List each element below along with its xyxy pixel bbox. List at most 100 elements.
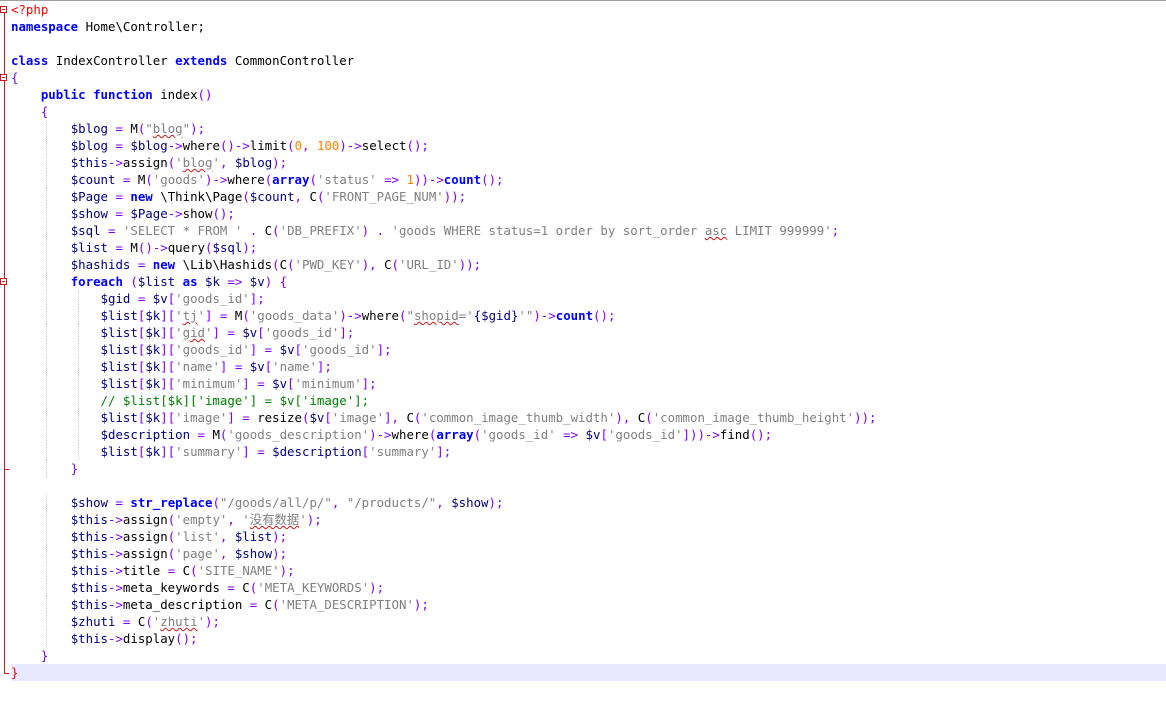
code-token: find <box>719 427 750 442</box>
code-line[interactable]: $blog = $blog->where()->limit(0, 100)->s… <box>11 137 1166 154</box>
code-line[interactable]: $list[$k]['name'] = $v['name']; <box>11 358 1166 375</box>
code-token: -> <box>108 529 123 544</box>
code-line[interactable]: $list[$k]['minimum'] = $v['minimum']; <box>11 375 1166 392</box>
code-line[interactable]: namespace Home\Controller; <box>11 18 1166 35</box>
code-token: { <box>40 104 49 119</box>
code-token: blog <box>182 155 213 170</box>
code-line[interactable]: } <box>11 460 1166 477</box>
code-line[interactable]: foreach ($list as $k => $v) { <box>11 273 1166 290</box>
code-token: $k <box>145 308 161 323</box>
indent-guide <box>77 341 79 358</box>
code-token: ); <box>272 529 288 544</box>
code-token: ( <box>272 597 280 612</box>
code-token: 'image' <box>175 410 228 425</box>
fold-end-marker <box>4 673 9 674</box>
code-line[interactable]: { <box>11 69 1166 86</box>
code-token: [ <box>294 342 302 357</box>
code-line[interactable]: $this->title = C('SITE_NAME'); <box>11 562 1166 579</box>
code-token: ][ <box>160 325 176 340</box>
code-line[interactable]: $list[$k]['image'] = resize($v['image'],… <box>11 409 1166 426</box>
code-token: , <box>302 138 317 153</box>
code-token: -> <box>167 138 183 153</box>
code-token: -> <box>108 563 123 578</box>
code-line[interactable]: $blog = M("blog"); <box>11 120 1166 137</box>
code-token: 'summary' <box>369 444 437 459</box>
code-token: $v <box>279 342 295 357</box>
code-token: ( <box>212 495 220 510</box>
code-token: 'URL_ID' <box>399 257 459 272</box>
code-line[interactable]: ​ <box>11 477 1166 494</box>
code-line[interactable]: $list[$k]['gid'] = $v['goods_id']; <box>11 324 1166 341</box>
code-token: ))-> <box>413 172 444 187</box>
code-token: " <box>182 121 191 136</box>
code-line[interactable]: $zhuti = C('zhuti'); <box>11 613 1166 630</box>
code-line[interactable]: $this->assign('blog', $blog); <box>11 154 1166 171</box>
code-token: ( <box>242 308 250 323</box>
code-token: $this <box>70 631 108 646</box>
code-line[interactable]: $this->assign('empty', '没有数据'); <box>11 511 1166 528</box>
code-token: ][ <box>160 410 176 425</box>
code-token: = <box>130 291 153 306</box>
code-line[interactable]: class IndexController extends CommonCont… <box>11 52 1166 69</box>
code-token: class <box>11 53 49 68</box>
code-line[interactable]: } <box>11 664 1166 681</box>
code-token: )-> <box>339 308 362 323</box>
code-line[interactable]: $show = $Page->show(); <box>11 205 1166 222</box>
code-line[interactable]: $list[$k]['summary'] = $description['sum… <box>11 443 1166 460</box>
code-token: M <box>130 240 138 255</box>
code-token: $this <box>70 597 108 612</box>
code-line[interactable]: } <box>11 647 1166 664</box>
code-line[interactable]: $list = M()->query($sql); <box>11 239 1166 256</box>
indent-guide <box>77 426 79 443</box>
code-token: = <box>108 240 131 255</box>
code-line[interactable]: $description = M ('goods_description')->w… <box>11 426 1166 443</box>
fold-collapse-icon[interactable] <box>0 278 7 285</box>
code-line[interactable]: { <box>11 103 1166 120</box>
fold-collapse-icon[interactable] <box>0 74 7 81</box>
code-token: $v <box>309 410 325 425</box>
code-line[interactable]: $this->meta_keywords = C('META_KEYWORDS'… <box>11 579 1166 596</box>
code-line[interactable]: $this->display(); <box>11 630 1166 647</box>
code-token: ( <box>242 189 250 204</box>
code-line[interactable]: public function index() <box>11 86 1166 103</box>
code-line[interactable]: $count = M('goods')->where(array('status… <box>11 171 1166 188</box>
code-token: , <box>294 189 310 204</box>
code-line[interactable]: $sql = 'SELECT * FROM ' . C('DB_PREFIX')… <box>11 222 1166 239</box>
code-line[interactable]: $show = str_replace("/goods/all/p/", "/p… <box>11 494 1166 511</box>
code-line[interactable]: $this->assign('list', $list); <box>11 528 1166 545</box>
code-line[interactable]: <?php <box>11 1 1166 18</box>
code-token: public <box>40 87 86 102</box>
code-token: IndexController <box>48 53 176 68</box>
code-line[interactable]: // $list[$k]['image'] = $v['image']; <box>11 392 1166 409</box>
code-token: (); <box>212 206 235 221</box>
code-token: 'goods_id' <box>175 291 250 306</box>
code-line[interactable]: $gid = $v['goods_id']; <box>11 290 1166 307</box>
code-token: ); <box>488 495 504 510</box>
code-token: = <box>130 257 153 272</box>
code-token: ] = <box>205 308 235 323</box>
code-line[interactable]: $this->meta_description = C('META_DESCRI… <box>11 596 1166 613</box>
code-line[interactable]: $this->assign('page', $show); <box>11 545 1166 562</box>
code-line[interactable]: $list[$k]['goods_id'] = $v['goods_id']; <box>11 341 1166 358</box>
code-line[interactable]: $hashids = new \Lib\Hashids(C('PWD_KEY')… <box>11 256 1166 273</box>
code-line[interactable]: $Page = new \Think\Page($count, C('FRONT… <box>11 188 1166 205</box>
code-token: ] = <box>212 325 243 340</box>
code-token: , <box>227 512 243 527</box>
code-token: 'minimum' <box>175 376 243 391</box>
code-token: , <box>219 529 235 544</box>
code-token: $count <box>249 189 295 204</box>
code-line[interactable]: ​ <box>11 35 1166 52</box>
fold-collapse-icon[interactable] <box>0 6 7 13</box>
code-token: 'SITE_NAME' <box>197 563 280 578</box>
code-token: 1 <box>406 172 414 187</box>
code-token: assign <box>122 529 168 544</box>
code-line[interactable]: $list[$k]['tj'] = M('goods_data')->where… <box>11 307 1166 324</box>
code-editor[interactable]: <?phpnamespace Home\Controller;​class In… <box>11 1 1166 681</box>
